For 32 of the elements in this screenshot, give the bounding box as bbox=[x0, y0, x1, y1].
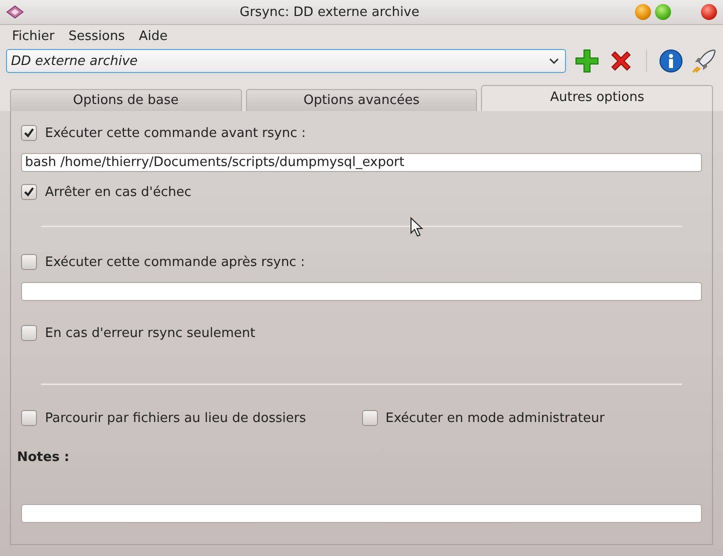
checkbox[interactable] bbox=[362, 410, 378, 426]
text-field[interactable] bbox=[21, 282, 702, 301]
menu-item[interactable]: Sessions bbox=[62, 26, 132, 46]
checkbox[interactable] bbox=[21, 125, 37, 141]
menu-item[interactable]: Aide bbox=[132, 26, 175, 46]
checkbox-label[interactable]: Parcourir par fichiers au lieu de dossiers bbox=[45, 410, 306, 426]
close-button[interactable] bbox=[701, 4, 717, 20]
app-icon bbox=[6, 5, 24, 19]
window-title: Grsync: DD externe archive bbox=[238, 4, 420, 20]
menu-item[interactable]: Fichier bbox=[5, 26, 62, 46]
add-icon[interactable] bbox=[574, 48, 600, 74]
checkbox[interactable] bbox=[21, 184, 37, 200]
tab[interactable]: Options avancées bbox=[246, 89, 478, 111]
minimize-button[interactable] bbox=[635, 4, 651, 20]
maximize-button[interactable] bbox=[655, 4, 671, 20]
tab[interactable]: Options de base bbox=[10, 89, 242, 111]
tab[interactable]: Autres options bbox=[481, 85, 714, 111]
session-combo[interactable]: DD externe archive bbox=[6, 49, 566, 73]
chevron-down-icon bbox=[549, 58, 559, 64]
checkbox-label[interactable]: Arrêter en cas d'échec bbox=[45, 184, 192, 200]
checkbox[interactable] bbox=[21, 410, 37, 426]
notes-label: Notes : bbox=[17, 450, 70, 467]
checkbox-label[interactable]: En cas d'erreur rsync seulement bbox=[45, 326, 256, 340]
text-field[interactable] bbox=[21, 504, 702, 523]
checkbox[interactable] bbox=[21, 254, 37, 270]
checkbox-label[interactable]: Exécuter cette commande avant rsync : bbox=[45, 126, 306, 140]
rocket-icon[interactable] bbox=[691, 48, 717, 74]
checkbox-label[interactable]: Exécuter en mode administrateur bbox=[386, 410, 605, 426]
info-icon[interactable] bbox=[659, 49, 683, 73]
checkbox-label[interactable]: Exécuter cette commande après rsync : bbox=[45, 254, 305, 270]
text-field[interactable]: bash /home/thierry/Documents/scripts/dumpmysql_export bbox=[21, 153, 702, 172]
checkbox[interactable] bbox=[21, 325, 37, 341]
